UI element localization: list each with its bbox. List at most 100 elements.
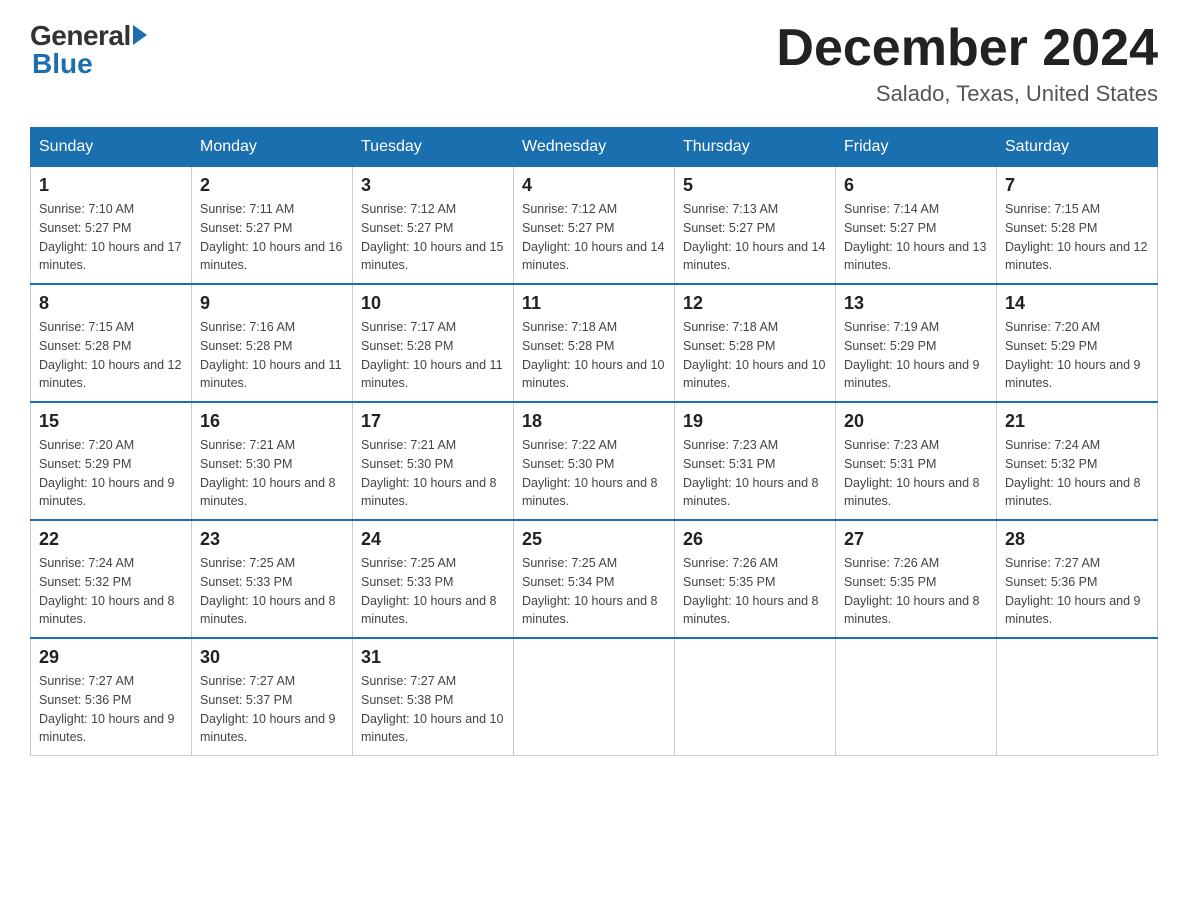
day-number: 7 — [1005, 175, 1149, 196]
day-number: 29 — [39, 647, 183, 668]
column-header-sunday: Sunday — [31, 128, 192, 167]
logo: General Blue — [30, 20, 147, 80]
day-info: Sunrise: 7:25 AMSunset: 5:34 PMDaylight:… — [522, 554, 666, 629]
calendar-cell: 17 Sunrise: 7:21 AMSunset: 5:30 PMDayligh… — [353, 402, 514, 520]
day-info: Sunrise: 7:25 AMSunset: 5:33 PMDaylight:… — [200, 554, 344, 629]
day-info: Sunrise: 7:23 AMSunset: 5:31 PMDaylight:… — [683, 436, 827, 511]
calendar-cell: 13 Sunrise: 7:19 AMSunset: 5:29 PMDayligh… — [836, 284, 997, 402]
day-info: Sunrise: 7:18 AMSunset: 5:28 PMDaylight:… — [683, 318, 827, 393]
day-info: Sunrise: 7:27 AMSunset: 5:36 PMDaylight:… — [39, 672, 183, 747]
day-info: Sunrise: 7:20 AMSunset: 5:29 PMDaylight:… — [1005, 318, 1149, 393]
day-info: Sunrise: 7:15 AMSunset: 5:28 PMDaylight:… — [1005, 200, 1149, 275]
column-header-wednesday: Wednesday — [514, 128, 675, 167]
day-number: 18 — [522, 411, 666, 432]
calendar-cell: 19Sunrise: 7:23 AMSunset: 5:31 PMDayligh… — [675, 402, 836, 520]
day-info: Sunrise: 7:27 AMSunset: 5:37 PMDaylight:… — [200, 672, 344, 747]
calendar-cell: 28 Sunrise: 7:27 AMSunset: 5:36 PMDayligh… — [997, 520, 1158, 638]
day-number: 25 — [522, 529, 666, 550]
calendar-cell: 29 Sunrise: 7:27 AMSunset: 5:36 PMDayligh… — [31, 638, 192, 756]
calendar-cell: 25 Sunrise: 7:25 AMSunset: 5:34 PMDayligh… — [514, 520, 675, 638]
logo-blue-text: Blue — [32, 48, 93, 80]
day-number: 5 — [683, 175, 827, 196]
calendar-cell: 23 Sunrise: 7:25 AMSunset: 5:33 PMDayligh… — [192, 520, 353, 638]
day-number: 31 — [361, 647, 505, 668]
day-info: Sunrise: 7:27 AMSunset: 5:36 PMDaylight:… — [1005, 554, 1149, 629]
calendar-cell: 14 Sunrise: 7:20 AMSunset: 5:29 PMDayligh… — [997, 284, 1158, 402]
day-number: 4 — [522, 175, 666, 196]
day-info: Sunrise: 7:24 AMSunset: 5:32 PMDaylight:… — [39, 554, 183, 629]
calendar-week-4: 22Sunrise: 7:24 AMSunset: 5:32 PMDayligh… — [31, 520, 1158, 638]
calendar-cell: 5Sunrise: 7:13 AMSunset: 5:27 PMDaylight… — [675, 167, 836, 285]
calendar-week-3: 15 Sunrise: 7:20 AMSunset: 5:29 PMDayligh… — [31, 402, 1158, 520]
day-info: Sunrise: 7:27 AMSunset: 5:38 PMDaylight:… — [361, 672, 505, 747]
calendar-week-5: 29 Sunrise: 7:27 AMSunset: 5:36 PMDayligh… — [31, 638, 1158, 756]
day-number: 20 — [844, 411, 988, 432]
day-info: Sunrise: 7:26 AMSunset: 5:35 PMDaylight:… — [844, 554, 988, 629]
calendar-cell: 7 Sunrise: 7:15 AMSunset: 5:28 PMDaylight… — [997, 167, 1158, 285]
calendar-cell — [836, 638, 997, 756]
day-number: 17 — [361, 411, 505, 432]
day-info: Sunrise: 7:20 AMSunset: 5:29 PMDaylight:… — [39, 436, 183, 511]
day-info: Sunrise: 7:23 AMSunset: 5:31 PMDaylight:… — [844, 436, 988, 511]
calendar-cell: 2Sunrise: 7:11 AMSunset: 5:27 PMDaylight… — [192, 167, 353, 285]
page-header: General Blue December 2024 Salado, Texas… — [30, 20, 1158, 107]
day-info: Sunrise: 7:12 AMSunset: 5:27 PMDaylight:… — [361, 200, 505, 275]
day-info: Sunrise: 7:25 AMSunset: 5:33 PMDaylight:… — [361, 554, 505, 629]
column-header-monday: Monday — [192, 128, 353, 167]
calendar-cell: 18Sunrise: 7:22 AMSunset: 5:30 PMDayligh… — [514, 402, 675, 520]
calendar-body: 1Sunrise: 7:10 AMSunset: 5:27 PMDaylight… — [31, 167, 1158, 756]
calendar-cell: 30 Sunrise: 7:27 AMSunset: 5:37 PMDayligh… — [192, 638, 353, 756]
column-header-friday: Friday — [836, 128, 997, 167]
day-number: 27 — [844, 529, 988, 550]
day-number: 10 — [361, 293, 505, 314]
day-info: Sunrise: 7:21 AMSunset: 5:30 PMDaylight:… — [361, 436, 505, 511]
day-number: 15 — [39, 411, 183, 432]
day-number: 16 — [200, 411, 344, 432]
day-number: 30 — [200, 647, 344, 668]
day-info: Sunrise: 7:17 AMSunset: 5:28 PMDaylight:… — [361, 318, 505, 393]
day-info: Sunrise: 7:15 AMSunset: 5:28 PMDaylight:… — [39, 318, 183, 393]
calendar-subtitle: Salado, Texas, United States — [776, 81, 1158, 107]
calendar-cell: 12 Sunrise: 7:18 AMSunset: 5:28 PMDayligh… — [675, 284, 836, 402]
day-number: 14 — [1005, 293, 1149, 314]
calendar-week-1: 1Sunrise: 7:10 AMSunset: 5:27 PMDaylight… — [31, 167, 1158, 285]
column-header-saturday: Saturday — [997, 128, 1158, 167]
calendar-cell: 24 Sunrise: 7:25 AMSunset: 5:33 PMDayligh… — [353, 520, 514, 638]
calendar-cell: 9 Sunrise: 7:16 AMSunset: 5:28 PMDaylight… — [192, 284, 353, 402]
calendar-title: December 2024 — [776, 20, 1158, 77]
day-info: Sunrise: 7:19 AMSunset: 5:29 PMDaylight:… — [844, 318, 988, 393]
day-number: 24 — [361, 529, 505, 550]
calendar-cell: 20 Sunrise: 7:23 AMSunset: 5:31 PMDayligh… — [836, 402, 997, 520]
calendar-table: SundayMondayTuesdayWednesdayThursdayFrid… — [30, 127, 1158, 756]
day-number: 3 — [361, 175, 505, 196]
calendar-cell: 26Sunrise: 7:26 AMSunset: 5:35 PMDayligh… — [675, 520, 836, 638]
calendar-cell: 3 Sunrise: 7:12 AMSunset: 5:27 PMDaylight… — [353, 167, 514, 285]
calendar-cell: 11 Sunrise: 7:18 AMSunset: 5:28 PMDayligh… — [514, 284, 675, 402]
calendar-cell — [675, 638, 836, 756]
day-number: 23 — [200, 529, 344, 550]
day-number: 13 — [844, 293, 988, 314]
day-info: Sunrise: 7:12 AMSunset: 5:27 PMDaylight:… — [522, 200, 666, 275]
day-info: Sunrise: 7:11 AMSunset: 5:27 PMDaylight:… — [200, 200, 344, 275]
calendar-cell — [997, 638, 1158, 756]
calendar-cell: 31 Sunrise: 7:27 AMSunset: 5:38 PMDayligh… — [353, 638, 514, 756]
calendar-cell: 21Sunrise: 7:24 AMSunset: 5:32 PMDayligh… — [997, 402, 1158, 520]
day-info: Sunrise: 7:16 AMSunset: 5:28 PMDaylight:… — [200, 318, 344, 393]
calendar-cell: 27 Sunrise: 7:26 AMSunset: 5:35 PMDayligh… — [836, 520, 997, 638]
day-info: Sunrise: 7:18 AMSunset: 5:28 PMDaylight:… — [522, 318, 666, 393]
day-number: 11 — [522, 293, 666, 314]
day-info: Sunrise: 7:21 AMSunset: 5:30 PMDaylight:… — [200, 436, 344, 511]
day-number: 21 — [1005, 411, 1149, 432]
calendar-cell: 1Sunrise: 7:10 AMSunset: 5:27 PMDaylight… — [31, 167, 192, 285]
calendar-cell: 4 Sunrise: 7:12 AMSunset: 5:27 PMDaylight… — [514, 167, 675, 285]
calendar-cell: 10 Sunrise: 7:17 AMSunset: 5:28 PMDayligh… — [353, 284, 514, 402]
day-number: 12 — [683, 293, 827, 314]
day-number: 28 — [1005, 529, 1149, 550]
calendar-cell: 16 Sunrise: 7:21 AMSunset: 5:30 PMDayligh… — [192, 402, 353, 520]
calendar-cell: 22Sunrise: 7:24 AMSunset: 5:32 PMDayligh… — [31, 520, 192, 638]
day-number: 9 — [200, 293, 344, 314]
day-number: 8 — [39, 293, 183, 314]
day-number: 26 — [683, 529, 827, 550]
calendar-cell: 15 Sunrise: 7:20 AMSunset: 5:29 PMDayligh… — [31, 402, 192, 520]
calendar-cell: 8 Sunrise: 7:15 AMSunset: 5:28 PMDaylight… — [31, 284, 192, 402]
